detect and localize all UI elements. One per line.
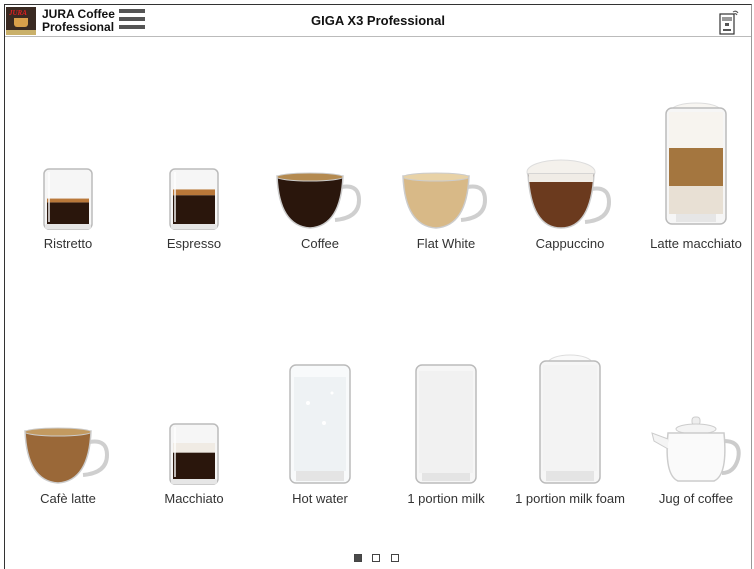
product-label: Latte macchiato <box>650 236 742 251</box>
coffee-jug-icon <box>634 345 754 485</box>
product-label: Macchiato <box>164 491 224 506</box>
product-label: Ristretto <box>43 236 93 251</box>
product-tile[interactable]: Espresso <box>132 90 256 251</box>
brand-name: JURA Coffee Professional <box>42 8 115 34</box>
page-dot-1[interactable] <box>354 554 362 562</box>
menu-button[interactable] <box>119 9 145 33</box>
product-label: 1 portion milk <box>407 491 485 506</box>
product-tile[interactable]: Ristretto <box>6 90 130 251</box>
product-tile[interactable]: Macchiato <box>132 345 256 506</box>
latte-macchiato-glass-icon <box>634 90 754 230</box>
product-tile[interactable]: Coffee <box>258 90 382 251</box>
jura-logo: JURA <box>6 7 36 35</box>
product-label: Hot water <box>292 491 348 506</box>
page-title: GIGA X3 Professional <box>311 13 445 28</box>
cappuccino-cup-icon <box>508 90 632 230</box>
product-tile[interactable]: Cappuccino <box>508 90 632 251</box>
logo-text: JURA <box>9 9 27 17</box>
product-label: Jug of coffee <box>658 491 734 506</box>
brand-line-2: Professional <box>42 20 115 34</box>
product-label: Espresso <box>166 236 222 251</box>
product-label: Cappuccino <box>535 236 605 251</box>
product-tile[interactable]: Latte macchiato <box>634 90 754 251</box>
product-tile[interactable]: Cafè latte <box>6 345 130 506</box>
product-label: 1 portion milk foam <box>515 491 625 506</box>
product-tile[interactable]: Jug of coffee <box>634 345 754 506</box>
hot-water-glass-icon <box>258 345 382 485</box>
product-tile[interactable]: Hot water <box>258 345 382 506</box>
coffee-cup-icon <box>258 90 382 230</box>
page-dot-2[interactable] <box>372 554 381 562</box>
milk-foam-glass-icon <box>508 345 632 485</box>
page-indicator <box>354 549 405 567</box>
product-tile[interactable]: 1 portion milk <box>384 345 508 506</box>
header-bar: JURA JURA Coffee Professional GIGA X3 Pr… <box>5 5 751 37</box>
cafe-latte-cup-icon <box>6 345 130 485</box>
product-tile[interactable]: Flat White <box>384 90 508 251</box>
macchiato-glass-icon <box>132 345 256 485</box>
page-dot-3[interactable] <box>390 554 399 562</box>
ristretto-glass-icon <box>6 90 130 230</box>
flat-white-cup-icon <box>384 90 508 230</box>
product-label: Coffee <box>300 236 340 251</box>
milk-glass-icon <box>384 345 508 485</box>
espresso-glass-icon <box>132 90 256 230</box>
product-tile[interactable]: 1 portion milk foam <box>508 345 632 506</box>
machine-status-button[interactable] <box>717 9 739 35</box>
product-label: Cafè latte <box>40 491 96 506</box>
product-label: Flat White <box>416 236 476 251</box>
coffee-machine-icon <box>719 10 739 35</box>
